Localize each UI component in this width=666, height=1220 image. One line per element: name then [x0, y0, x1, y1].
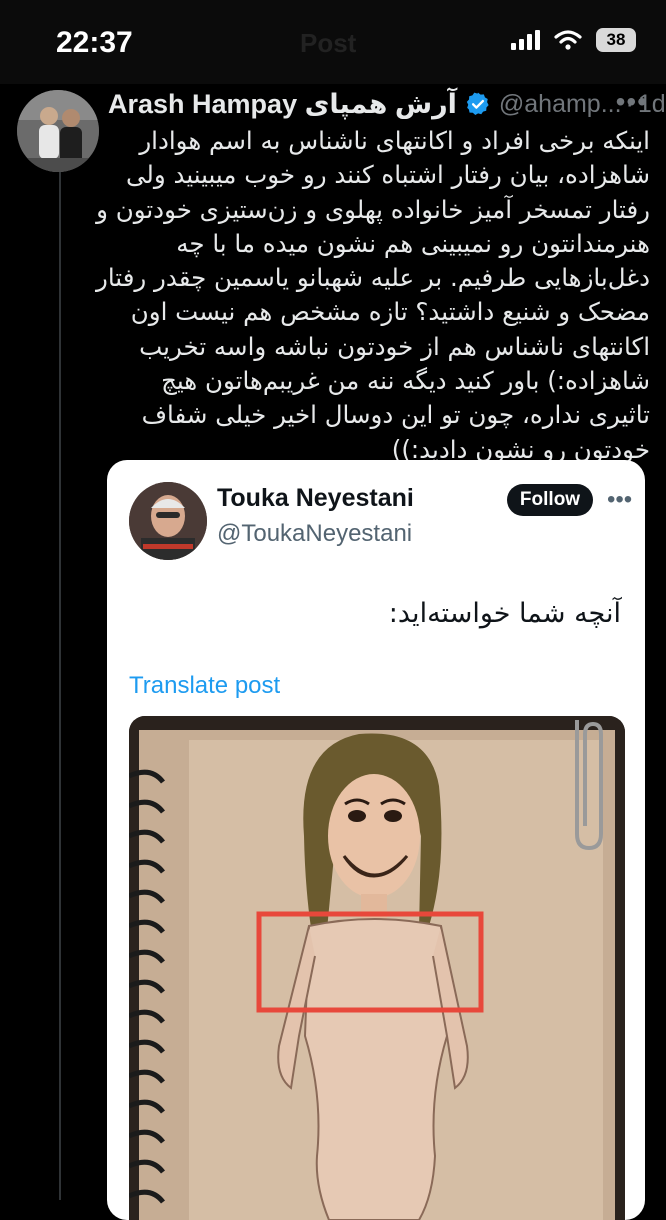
embed-author-handle[interactable]: @ToukaNeyestani — [217, 520, 412, 548]
cellular-signal-icon — [511, 30, 540, 50]
translate-post-link[interactable]: Translate post — [129, 672, 280, 700]
status-icons: 38 — [510, 28, 636, 52]
author-avatar[interactable] — [17, 90, 99, 172]
page-title: Post — [300, 28, 357, 58]
embed-more-options-icon[interactable]: ••• — [607, 486, 632, 514]
tweet-body: اینکه برخی افراد و اکانتهای ناشناس به اس… — [96, 124, 650, 467]
author-name[interactable]: Arash Hampay آرش همپای — [108, 89, 457, 120]
wifi-icon — [554, 30, 582, 50]
embed-post-text: آنچه شما خواسته‌اید: — [388, 598, 621, 629]
status-time: 22:37 — [56, 26, 133, 59]
tweet-line: تاثیری نداره، چون تو این دوسال اخیر خیلی… — [141, 400, 650, 430]
caricature-drawing-image[interactable] — [129, 716, 625, 1220]
tweet-line: اینکه برخی افراد و اکانتهای ناشناس به اس… — [139, 126, 650, 155]
author-handle[interactable]: @ahamp... — [499, 90, 622, 119]
follow-button[interactable]: Follow — [507, 484, 593, 516]
verified-badge-icon — [465, 91, 491, 117]
thread-line — [59, 168, 61, 1200]
tweet-line: هنرمندانتون رو نمیبینی هم نشون میده ما ب… — [176, 228, 650, 258]
tweet-line: اکانتهای ناشناس هم از خودتون نباشه واسه … — [139, 331, 650, 361]
battery-indicator: 38 — [596, 28, 636, 52]
status-bar: 22:37 Post 38 — [0, 0, 666, 84]
tweet-line: شاهزاده، بیان رفتار اشتباه کنند رو خوب م… — [125, 160, 650, 190]
tweet-line: مضحک و شنیع داشتید؟ تازه مشخص هم نیست او… — [130, 297, 650, 327]
embed-author-name[interactable]: Touka Neyestani — [217, 484, 414, 513]
tweet-line: دغل‌بازهایی طرفیم. بر علیه شهبانو یاسمین… — [96, 263, 650, 293]
tweet-header: Arash Hampay آرش همپای @ahamp... · 1d ••… — [108, 86, 666, 122]
embedded-post-image[interactable]: Touka Neyestani @ToukaNeyestani Follow •… — [107, 460, 645, 1220]
tweet-line: رفتار تمسخر آمیز خانواده پهلوی و زن‌ستیز… — [96, 194, 650, 224]
tweet-line: شاهزاده:) باور کنید دیگه ننه من غریبم‌ها… — [161, 366, 650, 396]
embed-author-avatar[interactable] — [129, 482, 207, 560]
more-options-icon[interactable]: ••• — [616, 86, 648, 118]
